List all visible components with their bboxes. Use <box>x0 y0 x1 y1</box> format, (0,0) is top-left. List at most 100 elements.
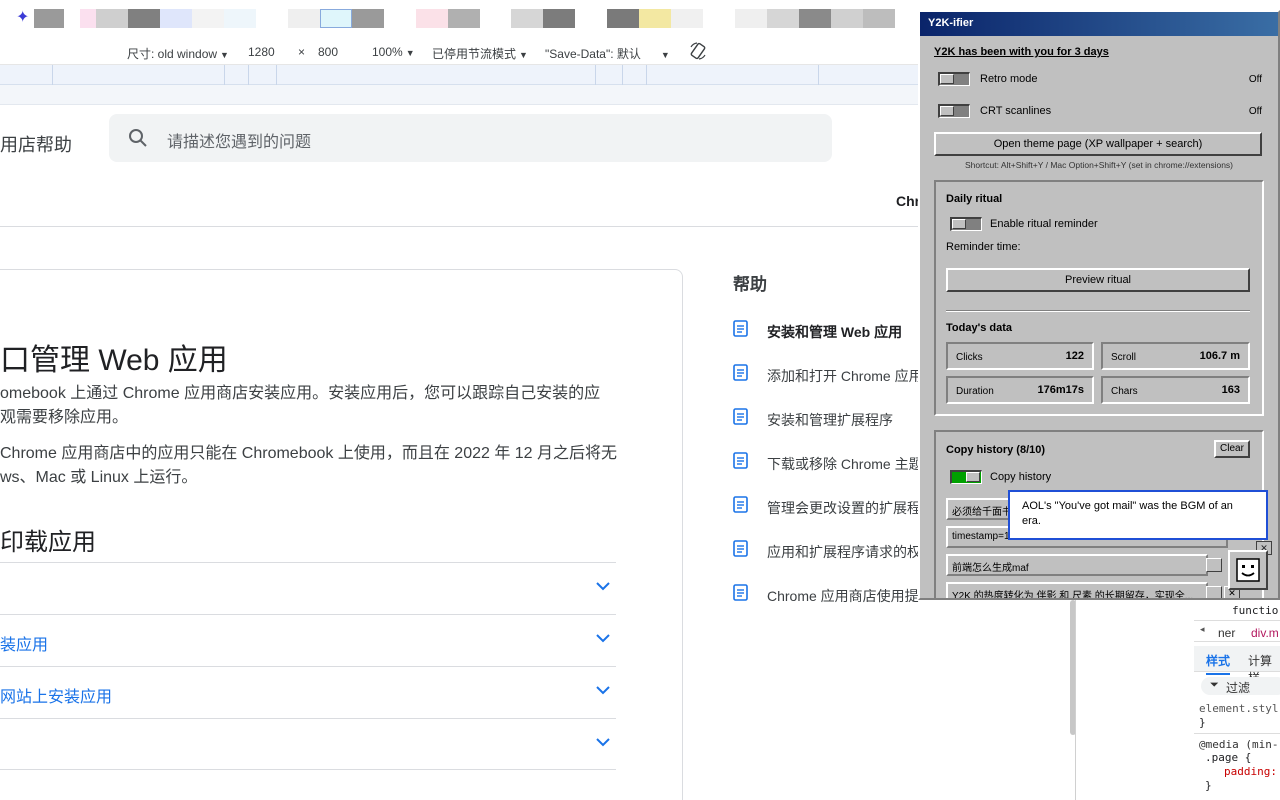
tab-swatch[interactable] <box>607 9 639 28</box>
article-paragraph: 观需要移除应用。 <box>0 409 129 426</box>
accordion-item[interactable]: 网站上安装应用 <box>0 666 616 718</box>
media-query-ruler[interactable] <box>0 65 918 85</box>
site-name[interactable]: 用店帮助 <box>0 131 72 157</box>
stat-label: Scroll <box>1111 352 1137 363</box>
throttle-label: 已停用节流模式 <box>432 47 517 61</box>
help-nav-label: 应用和扩展程序请求的权 <box>767 544 921 560</box>
css-selector: .page { <box>1205 751 1252 764</box>
tab-swatch[interactable] <box>671 9 703 28</box>
search-input[interactable]: 请描述您遇到的问题 <box>167 128 311 152</box>
breadcrumb-node[interactable]: ner <box>1218 626 1235 640</box>
search-bar[interactable]: 请描述您遇到的问题 <box>109 114 832 162</box>
css-brace: } <box>1199 716 1206 729</box>
tab-swatch[interactable] <box>799 9 831 28</box>
open-theme-page-button[interactable]: Open theme page (XP wallpaper + search) <box>934 132 1262 156</box>
tab-swatch[interactable] <box>863 9 895 28</box>
caret-down-icon: ▼ <box>660 50 670 60</box>
copy-item-button[interactable] <box>1206 558 1222 572</box>
tab-swatch[interactable] <box>543 9 575 28</box>
tab-swatch[interactable] <box>735 9 767 28</box>
panel-title-bar: Y2K-ifier <box>920 12 1278 36</box>
tab-swatch[interactable] <box>448 9 480 28</box>
breadcrumb-node[interactable]: div.m <box>1251 626 1279 640</box>
copy-history-toggle[interactable] <box>950 470 982 484</box>
tab-swatch[interactable] <box>224 9 256 28</box>
accordion-item[interactable] <box>0 718 616 770</box>
tab-swatch[interactable] <box>288 9 320 28</box>
help-nav-label: Chrome 应用商店使用提 <box>767 588 919 604</box>
search-icon <box>127 127 149 149</box>
tab-swatch[interactable] <box>352 9 384 28</box>
caret-down-icon: ▼ <box>220 50 229 60</box>
tab-swatch[interactable] <box>767 9 799 28</box>
document-icon <box>733 584 748 601</box>
history-item[interactable]: Y2K 的热度转化为 伴影 和 尺素 的长期留存，实现全... <box>946 582 1208 598</box>
crt-scanlines-toggle[interactable] <box>938 104 970 118</box>
tab-swatch[interactable] <box>128 9 160 28</box>
daily-ritual-group: Daily ritual Enable ritual reminder Remi… <box>934 180 1264 416</box>
tab-swatch[interactable] <box>34 9 64 28</box>
caret-down-icon: ▼ <box>519 50 528 60</box>
stat-chars: Chars 163 <box>1101 376 1250 404</box>
zoom-select[interactable]: 100% ▼ <box>372 45 415 59</box>
article-paragraph: omebook 上通过 Chrome 应用商店安装应用。安装应用后，您可以跟踪自… <box>0 385 601 402</box>
daily-ritual-heading: Daily ritual <box>946 193 1003 205</box>
history-item[interactable]: 前端怎么生成maf <box>946 554 1208 576</box>
tab-swatch[interactable] <box>160 9 192 28</box>
stat-value: 163 <box>1221 384 1240 396</box>
pixel-ruler <box>0 85 918 105</box>
chevron-down-icon <box>596 686 610 695</box>
dimensions-select[interactable]: 尺寸: old window ▼ <box>127 45 229 62</box>
crt-scanlines-state: Off <box>1248 106 1262 117</box>
devtools-panel: functio ◂ ner div.m 样式 计算样 ⏷ 过滤 element.… <box>1075 600 1280 800</box>
help-center-header: 用店帮助 请描述您遇到的问题 Chr <box>0 105 920 227</box>
tab-swatch[interactable] <box>96 9 128 28</box>
help-nav-label: 安装和管理 Web 应用 <box>767 324 903 340</box>
with-you-banner: Y2K has been with you for 3 days <box>934 46 1109 58</box>
tab-swatch[interactable] <box>320 9 352 28</box>
throttle-select[interactable]: 已停用节流模式 ▼ <box>432 45 528 62</box>
reminder-time-label: Reminder time: <box>946 241 1021 253</box>
ritual-reminder-label: Enable ritual reminder <box>990 218 1098 230</box>
copy-item-button[interactable] <box>1206 586 1222 598</box>
preview-ritual-button[interactable]: Preview ritual <box>946 268 1250 292</box>
stat-scroll: Scroll 106.7 m <box>1101 342 1250 370</box>
document-icon <box>733 320 748 337</box>
width-field[interactable]: 1280 <box>248 45 275 59</box>
crt-scanlines-label: CRT scanlines <box>980 105 1052 117</box>
clear-history-button[interactable]: Clear <box>1214 440 1250 458</box>
tab-swatch[interactable] <box>192 9 224 28</box>
help-nav-title: 帮助 <box>733 275 767 294</box>
header-link-chrome[interactable]: Chr <box>896 193 920 209</box>
zoom-label: 100% <box>372 45 403 59</box>
accordion-item[interactable] <box>0 562 616 614</box>
accordion-item[interactable]: 装应用 <box>0 614 616 666</box>
caret-down-icon: ▼ <box>405 48 415 58</box>
chevron-down-icon <box>596 634 610 643</box>
save-data-label: "Save-Data": 默认 <box>545 47 641 61</box>
help-nav-label: 下载或移除 Chrome 主题 <box>767 456 923 472</box>
section-title: 印载应用 <box>0 529 96 556</box>
save-data-select[interactable]: "Save-Data": 默认 ▼ <box>545 45 670 62</box>
stat-label: Duration <box>956 386 994 397</box>
height-field[interactable]: 800 <box>318 45 338 59</box>
tab-swatch[interactable] <box>80 9 96 28</box>
tab-swatch[interactable] <box>511 9 543 28</box>
tab-styles[interactable]: 样式 <box>1206 652 1231 675</box>
tab-swatch[interactable] <box>639 9 671 28</box>
help-nav-label: 管理会更改设置的扩展程 <box>767 500 921 516</box>
todays-data-heading: Today's data <box>946 322 1012 334</box>
tab-swatch[interactable] <box>831 9 863 28</box>
retro-mode-toggle[interactable] <box>938 72 970 86</box>
ritual-reminder-toggle[interactable] <box>950 217 982 231</box>
copy-history-label: Copy history <box>990 471 1052 483</box>
css-selector: element.styl <box>1199 702 1279 715</box>
rotate-icon[interactable] <box>688 41 708 64</box>
filter-input[interactable]: 过滤 <box>1226 679 1250 696</box>
accordion-label: 装应用 <box>0 637 49 654</box>
document-icon <box>733 364 748 381</box>
mascot-face-icon[interactable] <box>1228 550 1268 590</box>
back-arrow-icon[interactable]: ◂ <box>1200 624 1205 635</box>
css-brace: } <box>1205 779 1212 792</box>
tab-swatch[interactable] <box>416 9 448 28</box>
